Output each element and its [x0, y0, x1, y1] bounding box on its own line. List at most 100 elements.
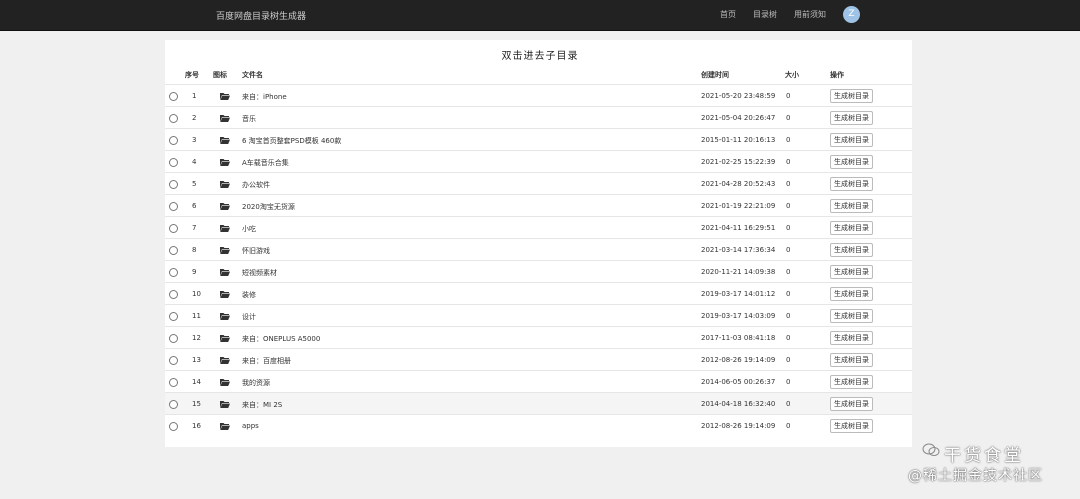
generate-tree-button[interactable]: 生成树目录: [830, 397, 873, 411]
row-created-time: 2014-04-18 16:32:40: [701, 400, 776, 408]
row-file-name[interactable]: A车载音乐合集: [242, 158, 289, 168]
table-row[interactable]: 16 apps 2012-08-26 19:14:09 0 生成树目录: [165, 414, 912, 437]
row-created-time: 2021-03-14 17:36:34: [701, 246, 776, 254]
column-header-index: 序号: [185, 71, 199, 79]
table-row[interactable]: 6 2020淘宝无货源 2021-01-19 22:21:09 0 生成树目录: [165, 194, 912, 217]
table-row[interactable]: 14 我的资源 2014-06-05 00:26:37 0 生成树目录: [165, 370, 912, 393]
row-size: 0: [786, 158, 791, 166]
row-select-radio[interactable]: [169, 114, 178, 123]
row-select-radio[interactable]: [169, 356, 178, 365]
row-size: 0: [786, 202, 791, 210]
generate-tree-button[interactable]: 生成树目录: [830, 265, 873, 279]
row-file-name[interactable]: 来自：MI 2S: [242, 400, 282, 410]
row-created-time: 2012-08-26 19:14:09: [701, 422, 776, 430]
row-file-name[interactable]: 2020淘宝无货源: [242, 202, 295, 212]
generate-tree-button[interactable]: 生成树目录: [830, 155, 873, 169]
folder-open-icon: [220, 400, 230, 408]
row-file-name[interactable]: apps: [242, 422, 259, 430]
table-row[interactable]: 12 来自：ONEPLUS A5000 2017-11-03 08:41:18 0 生成…: [165, 326, 912, 349]
row-created-time: 2019-03-17 14:01:12: [701, 290, 776, 298]
table-row[interactable]: 7 小吃 2021-04-11 16:29:51 0 生成树目录: [165, 216, 912, 239]
table-row[interactable]: 13 来自：百度相册 2012-08-26 19:14:09 0 生成树目录: [165, 348, 912, 371]
row-size: 0: [786, 312, 791, 320]
row-select-radio[interactable]: [169, 180, 178, 189]
row-select-radio[interactable]: [169, 400, 178, 409]
generate-tree-button[interactable]: 生成树目录: [830, 243, 873, 257]
row-select-radio[interactable]: [169, 158, 178, 167]
row-select-radio[interactable]: [169, 334, 178, 343]
wechat-icon: [922, 443, 940, 456]
generate-tree-button[interactable]: 生成树目录: [830, 111, 873, 125]
table-row[interactable]: 1 来自：iPhone 2021-05-20 23:48:59 0 生成树目录: [165, 84, 912, 107]
row-select-radio[interactable]: [169, 422, 178, 431]
row-file-name[interactable]: 来自：iPhone: [242, 92, 287, 102]
row-index: 11: [192, 312, 201, 320]
generate-tree-button[interactable]: 生成树目录: [830, 177, 873, 191]
row-file-name[interactable]: 我的资源: [242, 378, 270, 388]
watermark: 干货食堂 @稀土掘金技术社区: [908, 435, 1078, 495]
generate-tree-button[interactable]: 生成树目录: [830, 133, 873, 147]
row-file-name[interactable]: 小吃: [242, 224, 256, 234]
row-file-name[interactable]: 办公软件: [242, 180, 270, 190]
row-size: 0: [786, 92, 791, 100]
row-index: 6: [192, 202, 197, 210]
generate-tree-button[interactable]: 生成树目录: [830, 221, 873, 235]
row-index: 4: [192, 158, 197, 166]
generate-tree-button[interactable]: 生成树目录: [830, 199, 873, 213]
row-file-name[interactable]: 怀旧游戏: [242, 246, 270, 256]
folder-open-icon: [220, 202, 230, 210]
row-select-radio[interactable]: [169, 290, 178, 299]
table-row[interactable]: 3 6 淘宝首页整套PSD模板 460款 2015-01-11 20:16:13 0 生…: [165, 128, 912, 151]
row-select-radio[interactable]: [169, 92, 178, 101]
nav-item-home[interactable]: 首页: [720, 9, 736, 20]
row-size: 0: [786, 422, 791, 430]
row-file-name[interactable]: 来自：百度相册: [242, 356, 291, 366]
row-size: 0: [786, 400, 791, 408]
generate-tree-button[interactable]: 生成树目录: [830, 287, 873, 301]
row-file-name[interactable]: 来自：ONEPLUS A5000: [242, 334, 320, 344]
row-index: 3: [192, 136, 197, 144]
table-row[interactable]: 15 来自：MI 2S 2014-04-18 16:32:40 0 生成树目录: [165, 392, 912, 415]
table-row[interactable]: 8 怀旧游戏 2021-03-14 17:36:34 0 生成树目录: [165, 238, 912, 261]
row-index: 7: [192, 224, 197, 232]
table-row[interactable]: 10 装修 2019-03-17 14:01:12 0 生成树目录: [165, 282, 912, 305]
column-header-name: 文件名: [242, 71, 263, 79]
row-select-radio[interactable]: [169, 378, 178, 387]
nav-item-tree[interactable]: 目录树: [753, 9, 777, 20]
row-index: 1: [192, 92, 197, 100]
app-brand[interactable]: 百度网盘目录树生成器: [216, 9, 306, 22]
table-row[interactable]: 5 办公软件 2021-04-28 20:52:43 0 生成树目录: [165, 172, 912, 195]
generate-tree-button[interactable]: 生成树目录: [830, 309, 873, 323]
row-index: 16: [192, 422, 201, 430]
row-select-radio[interactable]: [169, 224, 178, 233]
row-created-time: 2017-11-03 08:41:18: [701, 334, 776, 342]
folder-open-icon: [220, 114, 230, 122]
nav-item-notice[interactable]: 用前须知: [794, 9, 826, 20]
row-file-name[interactable]: 音乐: [242, 114, 256, 124]
row-index: 5: [192, 180, 197, 188]
generate-tree-button[interactable]: 生成树目录: [830, 89, 873, 103]
row-select-radio[interactable]: [169, 246, 178, 255]
table-row[interactable]: 2 音乐 2021-05-04 20:26:47 0 生成树目录: [165, 106, 912, 129]
generate-tree-button[interactable]: 生成树目录: [830, 353, 873, 367]
row-select-radio[interactable]: [169, 312, 178, 321]
row-select-radio[interactable]: [169, 136, 178, 145]
generate-tree-button[interactable]: 生成树目录: [830, 419, 873, 433]
folder-open-icon: [220, 356, 230, 364]
row-file-name[interactable]: 设计: [242, 312, 256, 322]
row-file-name[interactable]: 6 淘宝首页整套PSD模板 460款: [242, 136, 341, 146]
column-header-icon: 图标: [213, 71, 227, 79]
table-row[interactable]: 4 A车载音乐合集 2021-02-25 15:22:39 0 生成树目录: [165, 150, 912, 173]
generate-tree-button[interactable]: 生成树目录: [830, 331, 873, 345]
row-index: 2: [192, 114, 197, 122]
table-row[interactable]: 9 短视频素材 2020-11-21 14:09:38 0 生成树目录: [165, 260, 912, 283]
table-row[interactable]: 11 设计 2019-03-17 14:03:09 0 生成树目录: [165, 304, 912, 327]
row-file-name[interactable]: 短视频素材: [242, 268, 277, 278]
user-avatar[interactable]: Z: [843, 6, 860, 23]
generate-tree-button[interactable]: 生成树目录: [830, 375, 873, 389]
row-select-radio[interactable]: [169, 268, 178, 277]
row-select-radio[interactable]: [169, 202, 178, 211]
row-size: 0: [786, 136, 791, 144]
row-file-name[interactable]: 装修: [242, 290, 256, 300]
column-header-created: 创建时间: [701, 71, 729, 79]
